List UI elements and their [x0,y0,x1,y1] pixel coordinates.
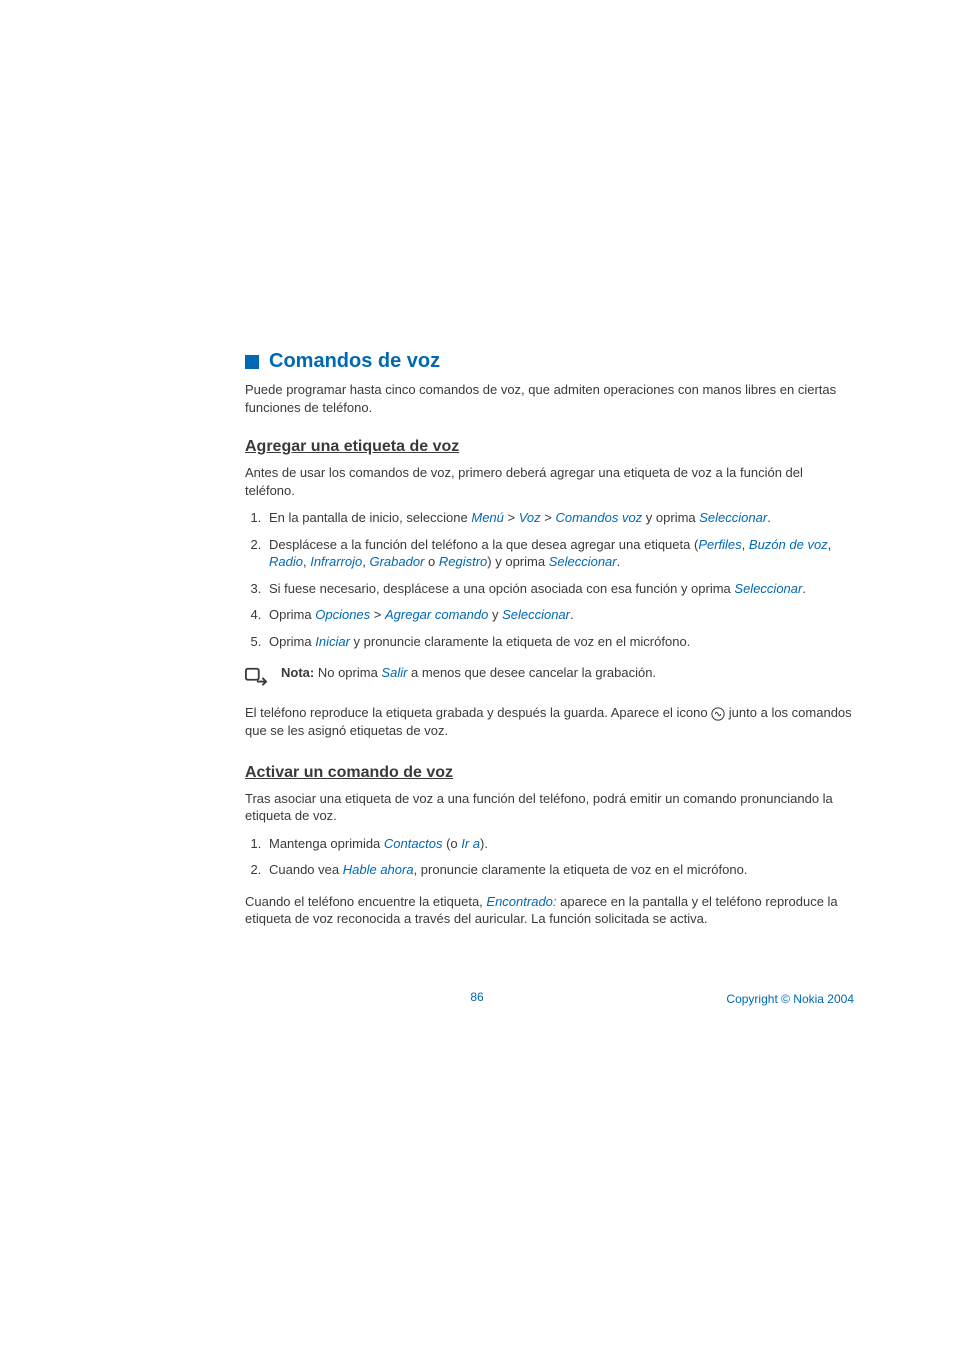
iniciar-link[interactable]: Iniciar [315,634,350,649]
bullet-square-icon [245,355,259,369]
step-text: Desplácese a la función del teléfono a l… [269,537,698,552]
separator: > [541,510,556,525]
step-activate-1: Mantenga oprimida Contactos (o Ir a). [265,835,854,853]
section-title: Comandos de voz [269,350,440,373]
radio-link[interactable]: Radio [269,554,303,569]
voz-link[interactable]: Voz [519,510,541,525]
steps-activate: Mantenga oprimida Contactos (o Ir a). Cu… [245,835,854,879]
step-text: Cuando vea [269,862,343,877]
ira-link[interactable]: Ir a [461,836,480,851]
steps-add: En la pantalla de inicio, seleccione Men… [245,509,854,650]
contactos-link[interactable]: Contactos [384,836,443,851]
followup-text: El teléfono reproduce la etiqueta grabad… [245,705,711,720]
y-text: y [488,607,502,622]
agregar-comando-link[interactable]: Agregar comando [385,607,488,622]
subsection-intro-activate: Tras asociar una etiqueta de voz a una f… [245,790,854,825]
hable-ahora-link[interactable]: Hable ahora [343,862,414,877]
section-intro: Puede programar hasta cinco comandos de … [245,381,854,416]
step-text: Oprima [269,634,315,649]
step-text: ) y oprima [487,554,548,569]
dot: . [617,554,621,569]
separator: > [504,510,519,525]
infrarrojo-link[interactable]: Infrarrojo [310,554,362,569]
seleccionar-link[interactable]: Seleccionar [502,607,570,622]
perfiles-link[interactable]: Perfiles [698,537,741,552]
followup-paragraph: El teléfono reproduce la etiqueta grabad… [245,704,854,739]
o-text: o [424,554,438,569]
step-add-4: Oprima Opciones > Agregar comando y Sele… [265,606,854,624]
dot: . [570,607,574,622]
step-add-1: En la pantalla de inicio, seleccione Men… [265,509,854,527]
step-text: y pronuncie claramente la etiqueta de vo… [350,634,690,649]
dot: . [802,581,806,596]
note-body: a menos que desee cancelar la grabación. [407,665,656,680]
subsection-intro-add: Antes de usar los comandos de voz, prime… [245,464,854,499]
grabador-link[interactable]: Grabador [369,554,424,569]
note-arrow-icon [245,666,267,688]
salir-link[interactable]: Salir [381,665,407,680]
step-activate-2: Cuando vea Hable ahora, pronuncie claram… [265,861,854,879]
section-heading: Comandos de voz [245,350,854,373]
step-text: Si fuese necesario, desplácese a una opc… [269,581,734,596]
opciones-link[interactable]: Opciones [315,607,370,622]
paren-text: ). [480,836,488,851]
subsection-title-activate: Activar un comando de voz [245,764,854,782]
note-row: Nota: No oprima Salir a menos que desee … [245,664,854,688]
step-text: y oprima [642,510,699,525]
comma: , [742,537,749,552]
document-page: Comandos de voz Puede programar hasta ci… [0,0,954,1351]
step-add-5: Oprima Iniciar y pronuncie claramente la… [265,633,854,651]
voice-tag-icon [711,707,725,721]
registro-link[interactable]: Registro [439,554,487,569]
step-add-3: Si fuese necesario, desplácese a una opc… [265,580,854,598]
dot: . [767,510,771,525]
encontrado-link[interactable]: Encontrado: [486,894,556,909]
note-prefix: Nota: [281,665,318,680]
copyright-text: Copyright © Nokia 2004 [726,992,854,1006]
separator: > [370,607,385,622]
seleccionar-link[interactable]: Seleccionar [734,581,802,596]
paren-text: (o [442,836,461,851]
followup-text: Cuando el teléfono encuentre la etiqueta… [245,894,486,909]
subsection-title-add: Agregar una etiqueta de voz [245,438,854,456]
note-text: Nota: No oprima Salir a menos que desee … [281,664,656,682]
comma: , [828,537,832,552]
step-text: Mantenga oprimida [269,836,384,851]
seleccionar-link[interactable]: Seleccionar [699,510,767,525]
step-text: Oprima [269,607,315,622]
note-body: No oprima [318,665,382,680]
step-text: , pronuncie claramente la etiqueta de vo… [414,862,748,877]
followup-activate: Cuando el teléfono encuentre la etiqueta… [245,893,854,928]
buzon-link[interactable]: Buzón de voz [749,537,828,552]
seleccionar-link[interactable]: Seleccionar [549,554,617,569]
menu-link[interactable]: Menú [471,510,504,525]
step-text: En la pantalla de inicio, seleccione [269,510,471,525]
page-number: 86 [470,990,483,1004]
comandos-voz-link[interactable]: Comandos voz [555,510,642,525]
step-add-2: Desplácese a la función del teléfono a l… [265,536,854,571]
